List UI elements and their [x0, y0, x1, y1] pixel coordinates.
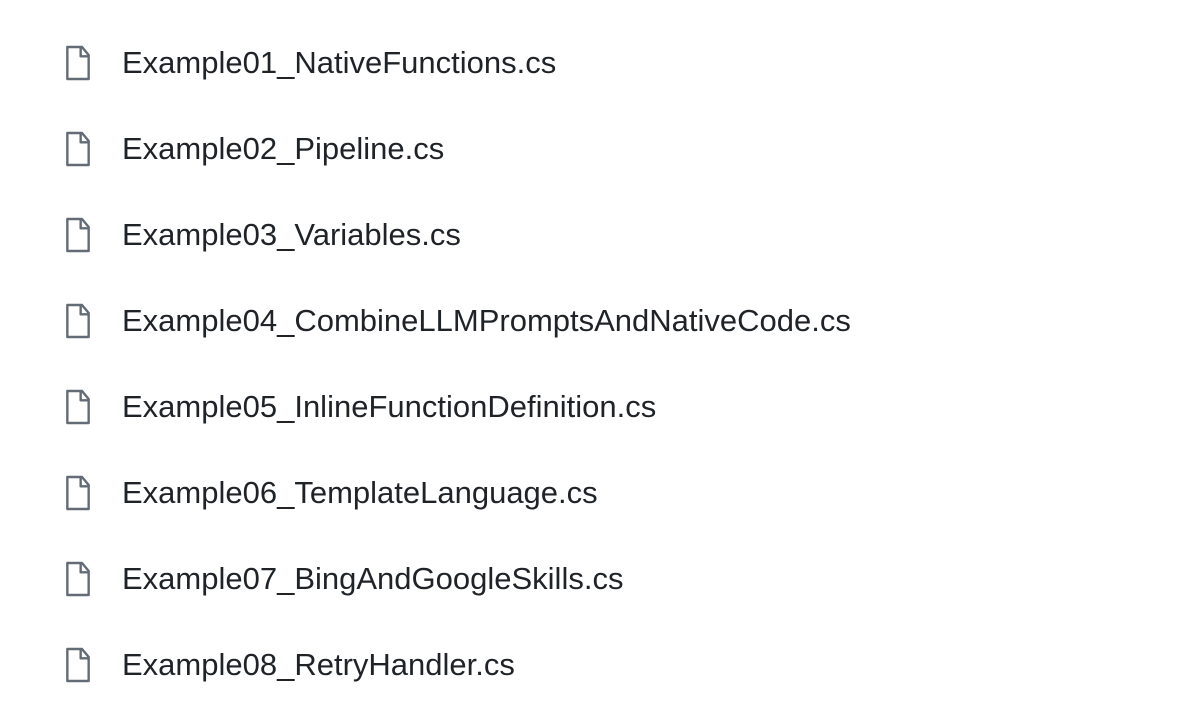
file-list: Example01_NativeFunctions.cs Example02_P… — [0, 0, 1200, 708]
file-row[interactable]: Example07_BingAndGoogleSkills.cs — [62, 536, 1200, 622]
file-icon — [62, 302, 94, 340]
file-row[interactable]: Example06_TemplateLanguage.cs — [62, 450, 1200, 536]
file-icon — [62, 44, 94, 82]
file-name-link[interactable]: Example07_BingAndGoogleSkills.cs — [122, 561, 623, 597]
file-name-link[interactable]: Example02_Pipeline.cs — [122, 131, 444, 167]
file-icon — [62, 216, 94, 254]
file-name-link[interactable]: Example08_RetryHandler.cs — [122, 647, 515, 683]
file-row[interactable]: Example03_Variables.cs — [62, 192, 1200, 278]
file-icon — [62, 474, 94, 512]
file-icon — [62, 646, 94, 684]
file-name-link[interactable]: Example03_Variables.cs — [122, 217, 461, 253]
file-row[interactable]: Example01_NativeFunctions.cs — [62, 20, 1200, 106]
file-row[interactable]: Example08_RetryHandler.cs — [62, 622, 1200, 708]
file-row[interactable]: Example02_Pipeline.cs — [62, 106, 1200, 192]
file-name-link[interactable]: Example04_CombineLLMPromptsAndNativeCode… — [122, 303, 851, 339]
file-icon — [62, 130, 94, 168]
file-name-link[interactable]: Example01_NativeFunctions.cs — [122, 45, 556, 81]
file-icon — [62, 388, 94, 426]
file-name-link[interactable]: Example05_InlineFunctionDefinition.cs — [122, 389, 656, 425]
file-row[interactable]: Example05_InlineFunctionDefinition.cs — [62, 364, 1200, 450]
file-icon — [62, 560, 94, 598]
file-name-link[interactable]: Example06_TemplateLanguage.cs — [122, 475, 598, 511]
file-row[interactable]: Example04_CombineLLMPromptsAndNativeCode… — [62, 278, 1200, 364]
